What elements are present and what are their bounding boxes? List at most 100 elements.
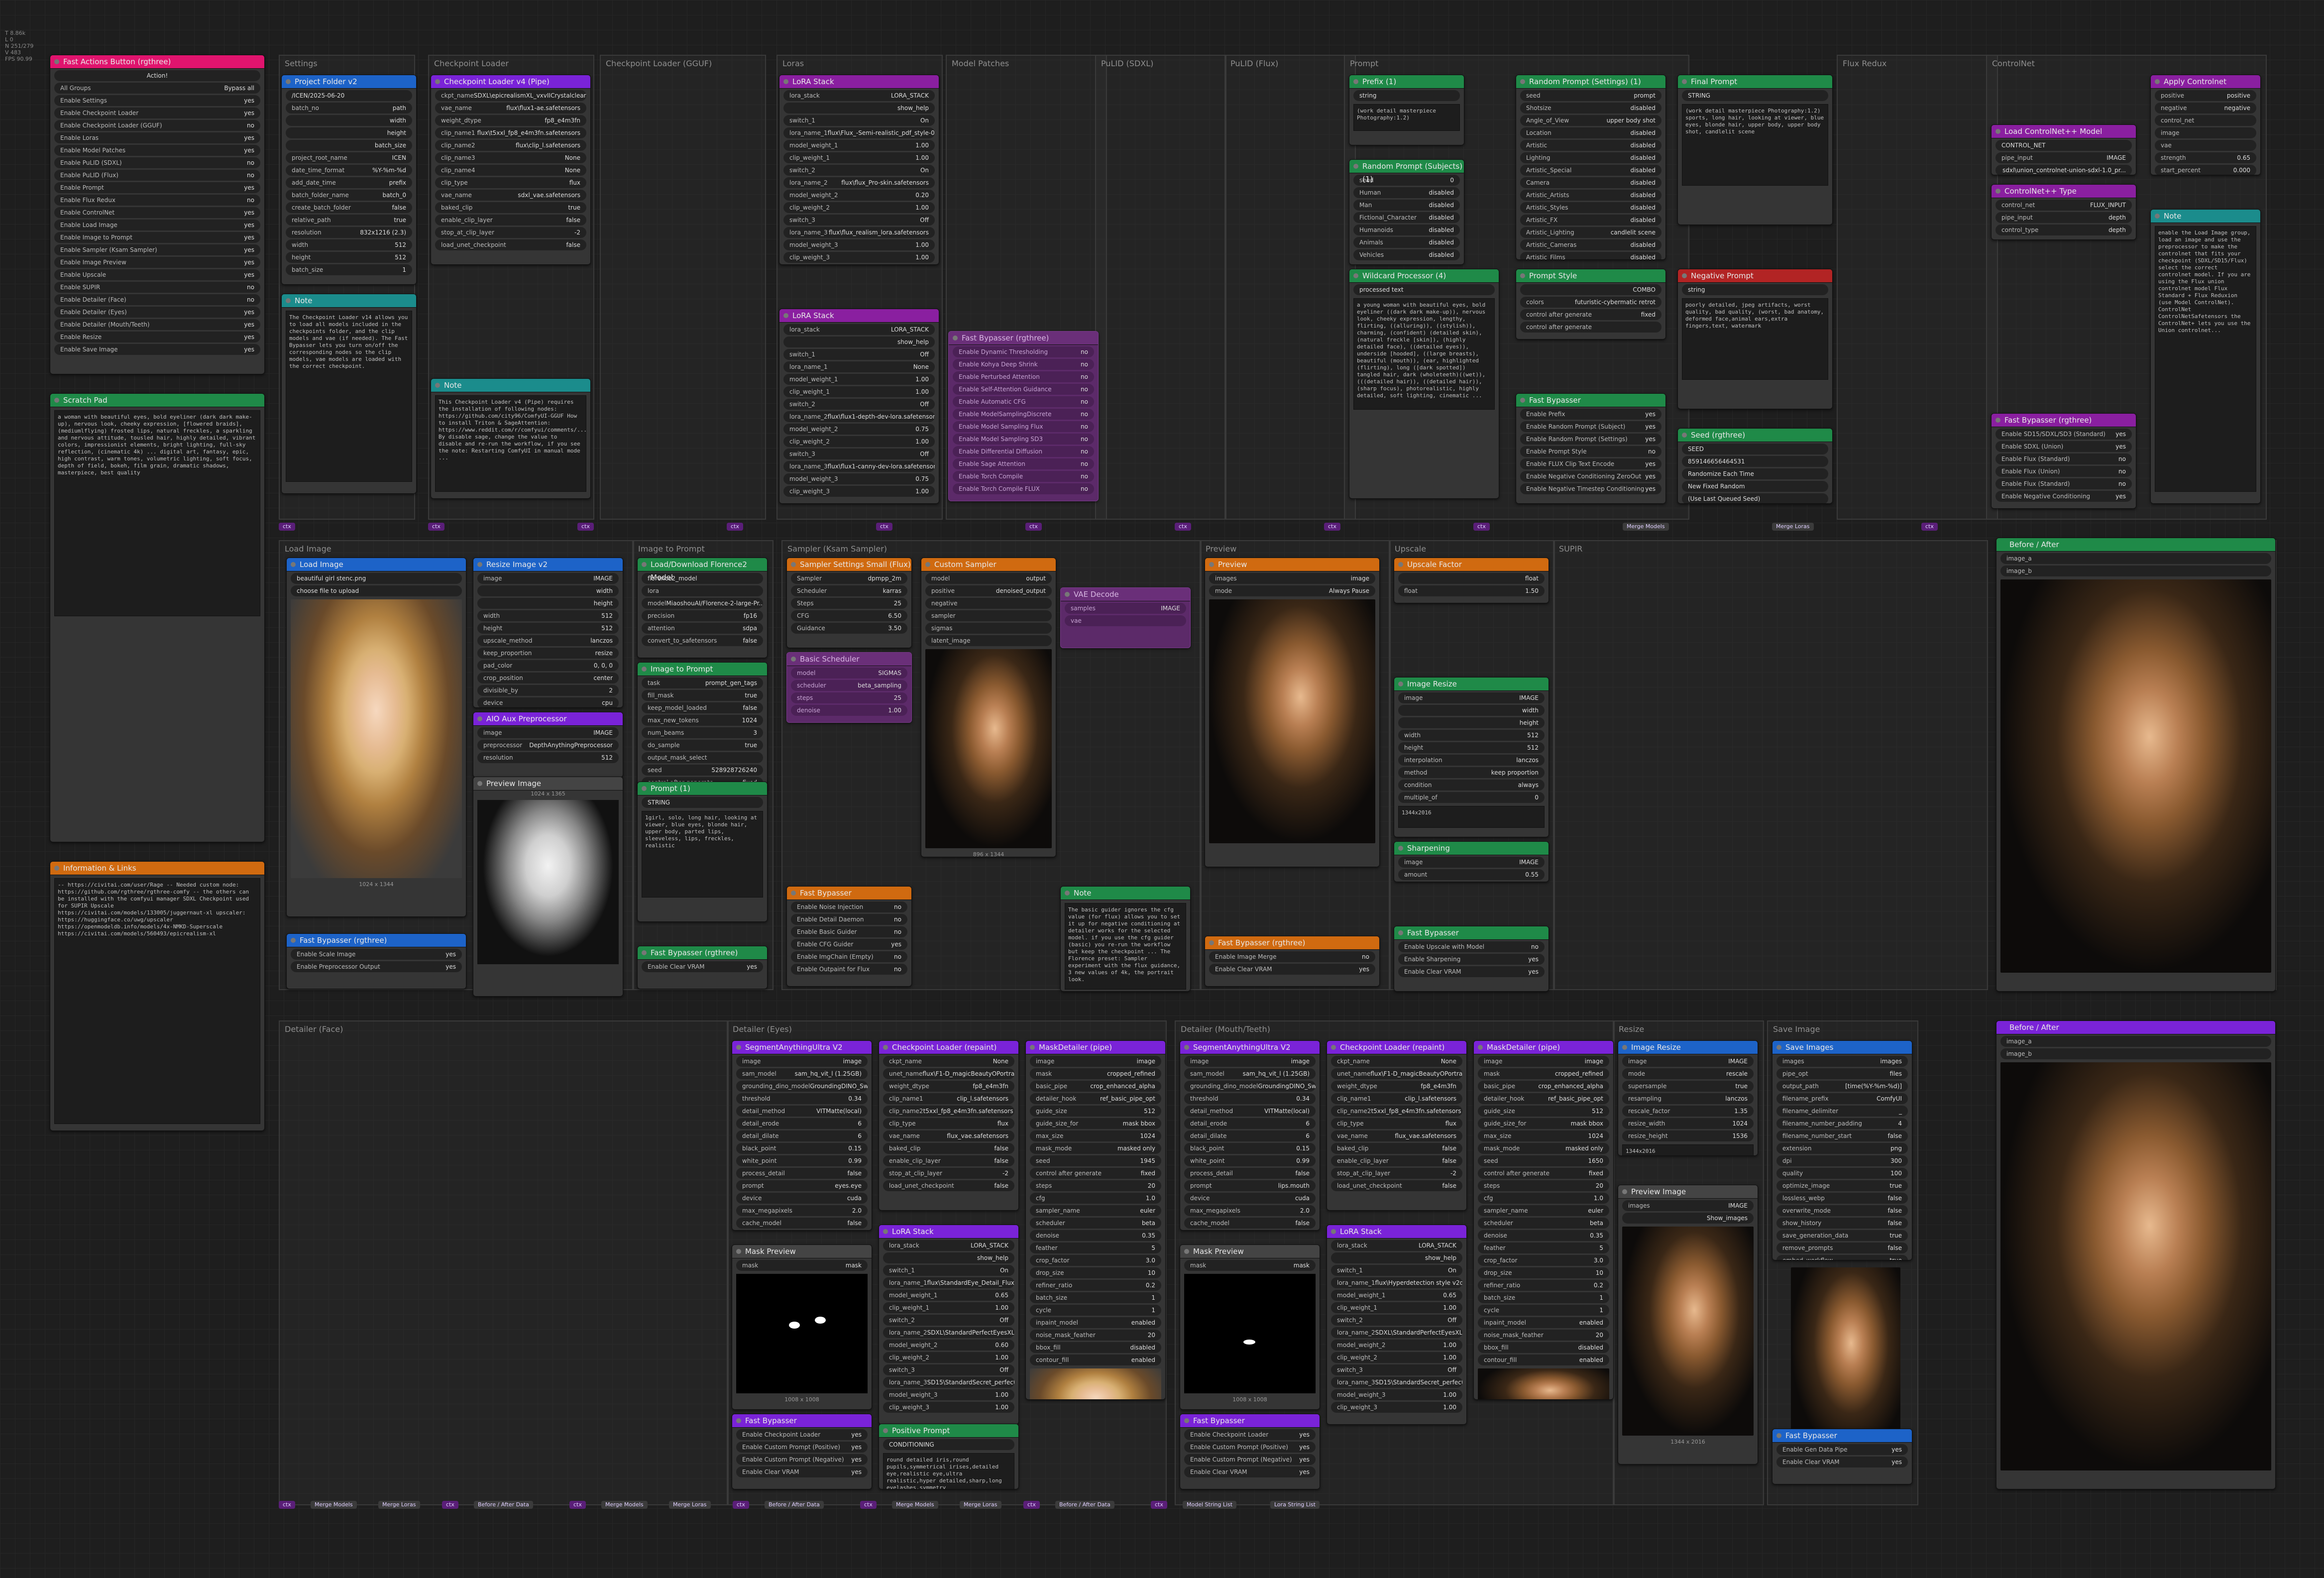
widget-value[interactable]: sam_hq_vit_l (1.25GB) [795, 1068, 862, 1079]
widget-value[interactable]: DepthAnythingPreprocessor [529, 740, 613, 751]
node-florence-run[interactable]: Image to Prompt task prompt_gen_tags fill_m… [637, 662, 768, 792]
node-eyes-fast-bypasser[interactable]: Fast Bypasser Enable Checkpoint Loader yes… [732, 1414, 872, 1489]
widget-value[interactable]: 1.00 [995, 1302, 1008, 1313]
link-1[interactable]: Merge Models [311, 1501, 357, 1509]
widget-value[interactable]: [time(%Y-%m-%d)] [1845, 1081, 1902, 1092]
widget-row[interactable]: denoise 1.00 [791, 705, 907, 716]
widget-value[interactable]: prompt_gen_tags [705, 677, 757, 688]
widget-value[interactable]: None [1441, 1056, 1456, 1067]
widget-row[interactable]: project_root_name ICEN [286, 152, 412, 163]
widget-row[interactable]: lora_name_3 flux\flux_realism_lora.safete… [783, 227, 935, 238]
widget-value[interactable]: no [894, 902, 901, 912]
widget-value[interactable]: show_help [897, 103, 929, 113]
widget-value[interactable]: flux\flux1-depth-dev-lora.safetensors [828, 411, 935, 422]
node-checkpoint-loader[interactable]: Checkpoint Loader v4 (Pipe) ckpt_name SDXL… [431, 75, 591, 265]
widget-value[interactable]: yes [1645, 409, 1656, 420]
collapse-dot-icon[interactable] [291, 938, 296, 943]
widget-row[interactable]: detail_dilate 6 [736, 1130, 868, 1141]
widget-row[interactable]: vae_name sdxl_vae.safetensors [435, 190, 586, 201]
widget-row[interactable]: refiner_ratio 0.2 [1030, 1280, 1161, 1291]
widget-value[interactable]: width [596, 585, 613, 596]
widget-row[interactable]: Enable Detailer (Face) no [54, 294, 260, 305]
widget-value[interactable]: disabled [1578, 1342, 1603, 1353]
widget-row[interactable]: relative_path true [286, 215, 412, 225]
widget-row[interactable]: output_path [time(%Y-%m-%d)] [1776, 1081, 1908, 1092]
mid-link-7[interactable]: ctx [1324, 523, 1340, 531]
widget-row[interactable]: strength 0.65 [2155, 152, 2256, 163]
widget-row[interactable]: date_time_format %Y-%m-%d [286, 165, 412, 176]
widget-row[interactable]: basic_pipe crop_enhanced_alpha [1030, 1081, 1161, 1092]
link-9[interactable]: Before / After Data [765, 1501, 824, 1509]
widget-row[interactable]: vae_name flux_vae.safetensors [1331, 1130, 1462, 1141]
widget-row[interactable]: seed 1650 [1478, 1155, 1609, 1166]
collapse-dot-icon[interactable] [1331, 1045, 1336, 1050]
widget-row[interactable]: height 512 [477, 623, 619, 634]
collapse-dot-icon[interactable] [54, 59, 59, 64]
widget-value[interactable]: 1.00 [1443, 1340, 1456, 1351]
input-slot[interactable]: image_b [2000, 565, 2271, 576]
widget-row[interactable]: model_weight_3 1.00 [1331, 1389, 1462, 1400]
widget-value[interactable]: IMAGE [2106, 152, 2126, 163]
widget-value[interactable]: show_help [977, 1252, 1008, 1263]
widget-row[interactable]: steps 20 [1030, 1180, 1161, 1191]
widget-row[interactable]: image [2155, 127, 2256, 138]
node-title[interactable]: Image to Prompt [638, 663, 767, 676]
widget-value[interactable]: disabled [1630, 239, 1656, 250]
widget-row[interactable]: steps 25 [791, 692, 907, 703]
widget-value[interactable]: false [1887, 1193, 1902, 1204]
node-seed-node[interactable]: Seed (rgthree) SEED 859146656464531 Randomi… [1677, 428, 1833, 504]
widget-value[interactable]: /ICEN/2025-06-20 [292, 90, 344, 101]
widget-row[interactable]: STRING [1682, 90, 1828, 101]
node-title[interactable]: Checkpoint Loader (repaint) [879, 1041, 1018, 1054]
widget-row[interactable]: positive denoised_output [925, 585, 1052, 596]
widget-row[interactable]: Enable Upscale yes [54, 269, 260, 280]
widget-row[interactable]: Enable Image Preview yes [54, 257, 260, 268]
widget-value[interactable]: width [390, 115, 406, 126]
group-title[interactable]: Load Image [285, 544, 332, 554]
widget-value[interactable]: yes [1359, 964, 1369, 975]
widget-value[interactable]: false [1295, 1168, 1310, 1179]
widget-row[interactable]: Enable CFG Guider yes [791, 939, 907, 950]
widget-row[interactable]: Enable Custom Prompt (Negative) yes [1184, 1454, 1316, 1465]
collapse-dot-icon[interactable] [1353, 164, 1358, 169]
widget-value[interactable]: no [247, 195, 254, 206]
widget-row[interactable]: enable_clip_layer false [1331, 1155, 1462, 1166]
widget-row[interactable]: divisible_by 2 [477, 685, 619, 696]
node-eyes-detailer[interactable]: MaskDetailer (pipe) image image mask cropped… [1025, 1040, 1166, 1400]
node-image-resize[interactable]: Image Resize image IMAGE width height width 51… [1394, 677, 1549, 837]
node-image-resize-final[interactable]: Image Resize image IMAGE mode rescale supersa… [1618, 1040, 1758, 1156]
collapse-dot-icon[interactable] [642, 667, 647, 672]
text-area[interactable]: The Checkpoint Loader v14 allows you to … [286, 311, 412, 482]
widget-row[interactable]: show_help [783, 337, 935, 347]
widget-value[interactable]: 1.50 [1525, 585, 1539, 596]
node-title[interactable]: Mask Preview [1180, 1245, 1320, 1258]
widget-value[interactable]: image [843, 1056, 862, 1067]
widget-value[interactable]: no [1081, 359, 1088, 370]
widget-row[interactable]: pad_color 0, 0, 0 [477, 660, 619, 671]
widget-row[interactable]: do_sample true [642, 740, 763, 751]
node-title[interactable]: Fast Bypasser [732, 1414, 872, 1428]
widget-row[interactable]: convert_to_safetensors false [642, 635, 763, 646]
widget-value[interactable]: 20 [1148, 1330, 1155, 1341]
text-area[interactable]: This Checkpoint Loader v4 (Pipe) require… [435, 395, 586, 492]
widget-row[interactable]: sampler_name euler [1478, 1205, 1609, 1216]
widget-value[interactable]: 0, 0, 0 [594, 660, 613, 671]
widget-value[interactable]: false [994, 1180, 1008, 1191]
collapse-dot-icon[interactable] [1030, 1045, 1035, 1050]
widget-value[interactable]: no [894, 914, 901, 925]
widget-value[interactable]: image [1137, 1056, 1155, 1067]
mid-link-2[interactable]: ctx [577, 523, 594, 531]
widget-value[interactable]: IMAGE [593, 727, 613, 738]
widget-value[interactable]: beta_sampling [858, 680, 901, 691]
widget-value[interactable]: eyes.eye [835, 1180, 862, 1191]
widget-row[interactable]: lossless_webp false [1776, 1193, 1908, 1204]
widget-value[interactable]: yes [851, 1454, 862, 1465]
widget-value[interactable]: string [1359, 90, 1376, 101]
node-title[interactable]: ControlNet++ Type [1992, 185, 2136, 198]
widget-row[interactable]: drop_size 10 [1030, 1267, 1161, 1278]
widget-row[interactable]: clip_name2 flux\clip_l.safetensors [435, 140, 586, 151]
widget-row[interactable]: create_batch_folder false [286, 202, 412, 213]
widget-value[interactable]: true [1889, 1255, 1902, 1260]
widget-value[interactable]: yes [1645, 434, 1656, 445]
widget-value[interactable]: no [894, 926, 901, 937]
